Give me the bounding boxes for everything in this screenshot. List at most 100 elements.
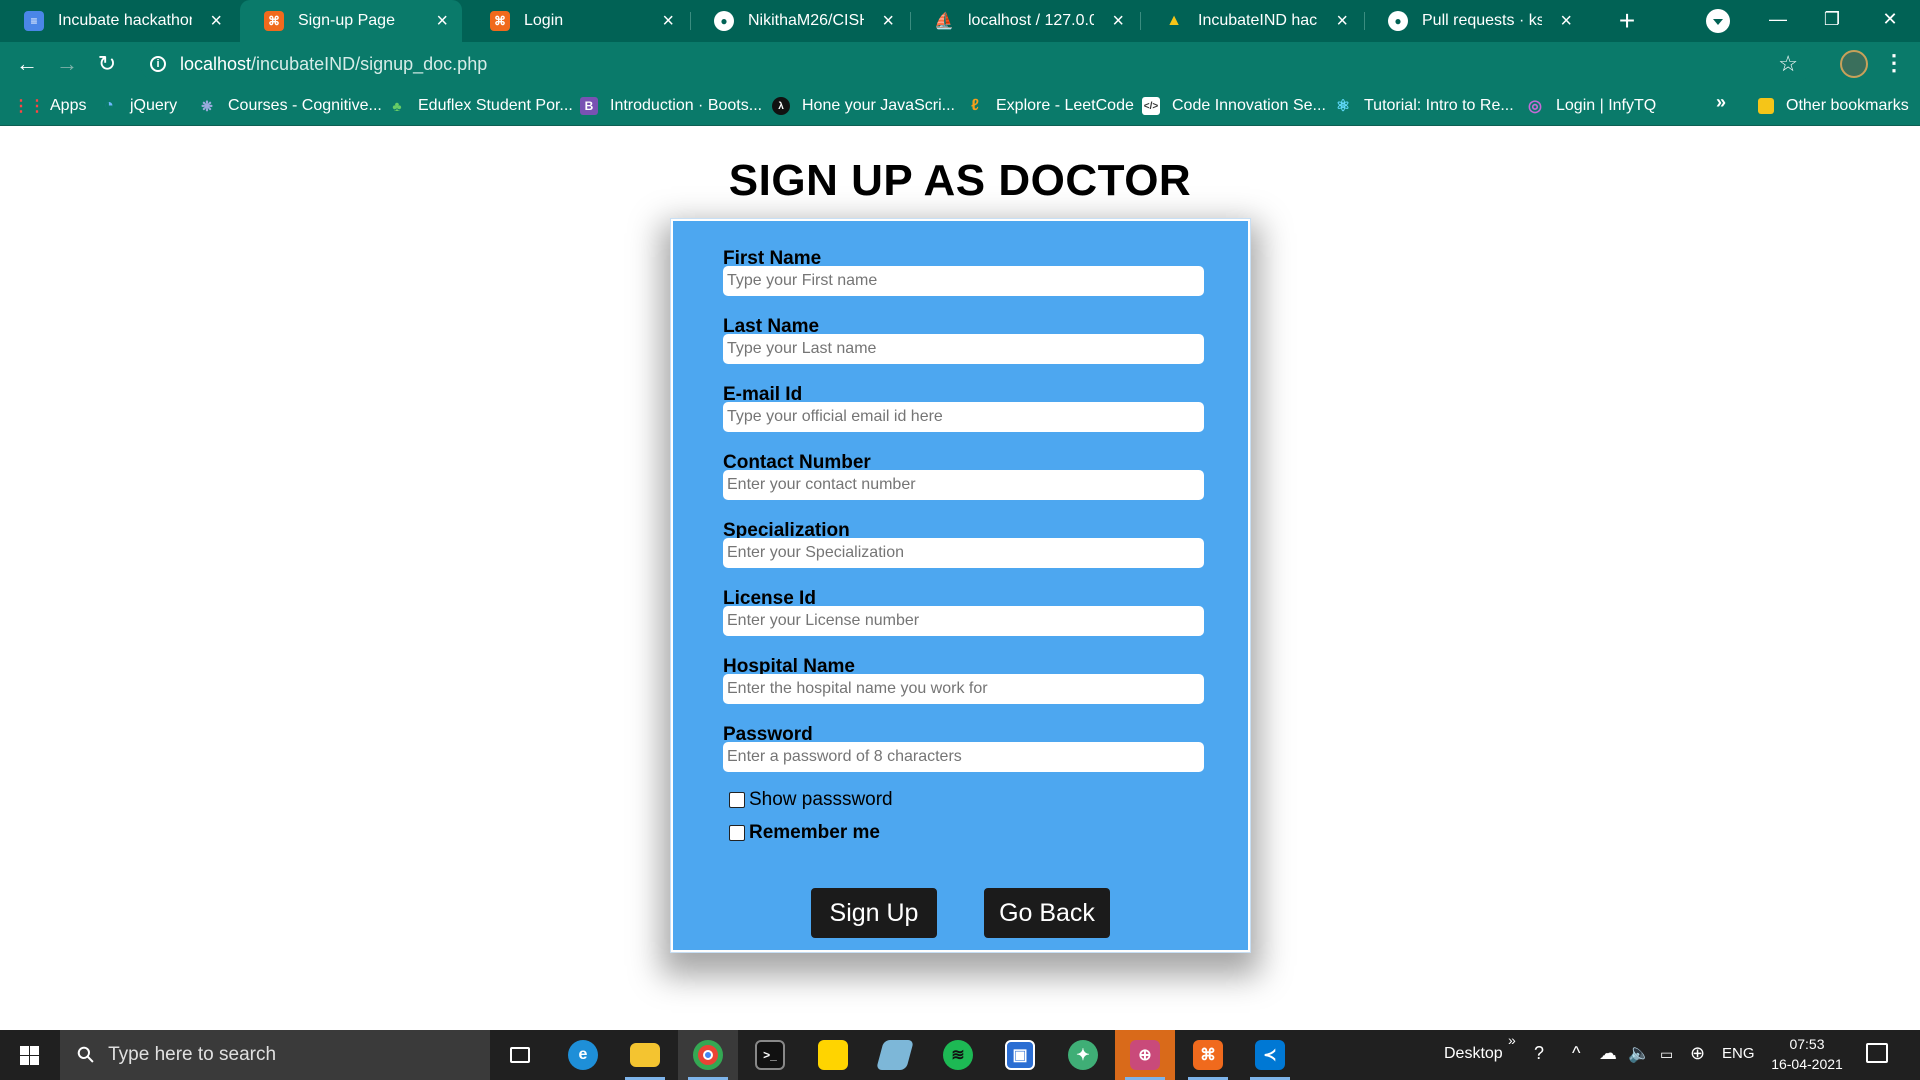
minimize-icon[interactable]: — <box>1748 0 1808 40</box>
tab-sign-up-page[interactable]: ⌘ Sign-up Page × <box>240 0 462 42</box>
license-id-input[interactable] <box>723 606 1204 636</box>
bookmark-react[interactable]: ⚛ Tutorial: Intro to Re... <box>1334 86 1514 126</box>
first-name-input[interactable] <box>723 266 1204 296</box>
tab-login[interactable]: ⌘ Login × <box>466 0 688 42</box>
github-icon: ● <box>1388 11 1408 31</box>
tab-search-icon[interactable] <box>1706 9 1730 33</box>
last-name-input[interactable] <box>723 334 1204 364</box>
toolbar-expand-icon[interactable]: » <box>1508 1032 1516 1048</box>
tab-incubate-hackathon[interactable]: ≡ Incubate hackathon - × <box>0 0 236 42</box>
close-tab-icon[interactable]: × <box>662 9 674 33</box>
gaming-app-icon[interactable]: ⊕ <box>1115 1030 1175 1080</box>
close-window-icon[interactable]: ✕ <box>1860 0 1920 40</box>
go-back-button[interactable]: Go Back <box>984 888 1110 938</box>
contact-number-input[interactable] <box>723 470 1204 500</box>
spotify-icon[interactable]: ≋ <box>928 1030 988 1080</box>
close-tab-icon[interactable]: × <box>436 9 448 33</box>
help-icon[interactable]: ? <box>1534 1043 1544 1064</box>
drive-icon: ▲ <box>1166 12 1182 29</box>
new-tab-button[interactable]: + <box>1610 4 1644 38</box>
network-globe-icon[interactable]: ⊕ <box>1690 1043 1705 1064</box>
site-info-icon[interactable]: i <box>150 56 166 72</box>
bookmark-label: Courses - Cognitive... <box>228 97 382 114</box>
phpmyadmin-icon: ⛵ <box>934 13 954 30</box>
bookmark-javascript[interactable]: λ Hone your JavaScri... <box>772 86 955 126</box>
bookmark-leetcode[interactable]: ℓ Explore - LeetCode <box>966 86 1134 126</box>
specialization-input[interactable] <box>723 538 1204 568</box>
search-icon: ⚲ <box>71 1040 101 1070</box>
sign-up-button[interactable]: Sign Up <box>811 888 937 938</box>
remember-me-label: Remember me <box>749 822 880 843</box>
clock-time: 07:53 <box>1789 1036 1825 1052</box>
close-tab-icon[interactable]: × <box>1560 9 1572 33</box>
windows-logo-icon <box>20 1046 39 1065</box>
url-text[interactable]: localhost/incubateIND/signup_doc.php <box>180 54 487 75</box>
address-bar[interactable]: i localhost/incubateIND/signup_doc.php ☆ <box>140 47 1814 81</box>
bookmark-code-innovation[interactable]: </> Code Innovation Se... <box>1142 86 1326 126</box>
remember-me-row[interactable]: Remember me <box>729 822 880 844</box>
xampp-taskbar-icon[interactable]: ⌘ <box>1178 1030 1238 1080</box>
tab-incubateind-drive[interactable]: ▲ IncubateIND hackathc × <box>1140 0 1362 42</box>
bookmark-bootstrap[interactable]: B Introduction · Boots... <box>580 86 762 126</box>
battery-icon[interactable]: ▭ <box>1660 1046 1673 1063</box>
file-explorer-icon[interactable] <box>615 1030 675 1080</box>
notepad-icon[interactable] <box>865 1030 925 1080</box>
desktop-toolbar-label[interactable]: Desktop <box>1444 1045 1503 1063</box>
tab-title: NikithaM26/CISHack-I <box>748 12 864 29</box>
profile-avatar-icon[interactable] <box>1840 50 1868 78</box>
courses-icon: ❋ <box>201 97 213 114</box>
bookmark-jquery[interactable]: ◔ jQuery <box>100 86 177 126</box>
reload-icon[interactable]: ↻ <box>91 48 123 80</box>
dev-app-icon[interactable]: ▣ <box>990 1030 1050 1080</box>
terminal-icon[interactable]: >_ <box>740 1030 800 1080</box>
edge-icon[interactable]: e <box>553 1030 613 1080</box>
chrome-icon[interactable] <box>678 1030 738 1080</box>
tab-phpmyadmin[interactable]: ⛵ localhost / 127.0.0.1 / × <box>910 0 1138 42</box>
notifications-icon[interactable] <box>1866 1043 1888 1063</box>
system-clock[interactable]: 07:53 16-04-2021 <box>1762 1034 1852 1074</box>
bookmark-other[interactable]: Other bookmarks <box>1758 86 1909 126</box>
show-password-row[interactable]: Show passsword <box>729 789 893 811</box>
bookmark-courses[interactable]: ❋ Courses - Cognitive... <box>198 86 382 126</box>
bookmark-apps[interactable]: ⋮⋮ Apps <box>13 86 86 126</box>
github-icon: ● <box>714 11 734 31</box>
tab-pull-requests[interactable]: ● Pull requests · ks-insti × <box>1364 0 1586 42</box>
volume-icon[interactable]: 🔈 <box>1628 1043 1650 1064</box>
back-icon[interactable]: ← <box>11 48 43 80</box>
close-tab-icon[interactable]: × <box>1112 9 1124 33</box>
vscode-icon[interactable]: ≺ <box>1240 1030 1300 1080</box>
restore-icon[interactable]: ❐ <box>1802 0 1862 40</box>
start-button[interactable] <box>0 1030 60 1080</box>
close-tab-icon[interactable]: × <box>210 9 222 33</box>
bookmark-label: Login | InfyTQ <box>1556 97 1657 114</box>
more-bookmarks-icon[interactable]: » <box>1716 92 1726 113</box>
onedrive-icon[interactable]: ☁ <box>1599 1043 1617 1064</box>
forward-icon[interactable]: → <box>51 48 83 80</box>
bookmarks-bar: ⋮⋮ Apps ◔ jQuery ❋ Courses - Cognitive..… <box>0 86 1920 126</box>
language-indicator[interactable]: ENG <box>1722 1045 1755 1062</box>
show-password-checkbox[interactable] <box>729 792 745 808</box>
password-input[interactable] <box>723 742 1204 772</box>
bookmark-infytq[interactable]: ◎ Login | InfyTQ <box>1526 86 1656 126</box>
bookmark-eduflex[interactable]: ♣ Eduflex Student Por... <box>388 86 572 126</box>
hospital-name-input[interactable] <box>723 674 1204 704</box>
remember-me-checkbox[interactable] <box>729 825 745 841</box>
browser-menu-icon[interactable]: ⋮ <box>1882 50 1906 78</box>
tab-github-cishack[interactable]: ● NikithaM26/CISHack-I × <box>690 0 908 42</box>
tab-title: localhost / 127.0.0.1 / <box>968 12 1094 29</box>
tab-title: Sign-up Page <box>298 12 395 29</box>
show-hidden-icons-icon[interactable]: ^ <box>1572 1043 1580 1064</box>
close-tab-icon[interactable]: × <box>1336 9 1348 33</box>
bookmark-star-icon[interactable]: ☆ <box>1778 51 1798 77</box>
docs-icon: ≡ <box>24 11 44 31</box>
close-tab-icon[interactable]: × <box>882 9 894 33</box>
code-icon: </> <box>1142 97 1160 115</box>
bootstrap-icon: B <box>580 97 598 115</box>
taskbar-search[interactable]: ⚲ Type here to search <box>60 1030 490 1080</box>
task-view-icon[interactable] <box>490 1030 550 1080</box>
network-app-icon[interactable]: ✦ <box>1053 1030 1113 1080</box>
email-input[interactable] <box>723 402 1204 432</box>
page-content: SIGN UP AS DOCTOR First Name Last Name E… <box>0 126 1920 1030</box>
bookmark-label: Code Innovation Se... <box>1172 97 1326 114</box>
sticky-notes-icon[interactable] <box>803 1030 863 1080</box>
